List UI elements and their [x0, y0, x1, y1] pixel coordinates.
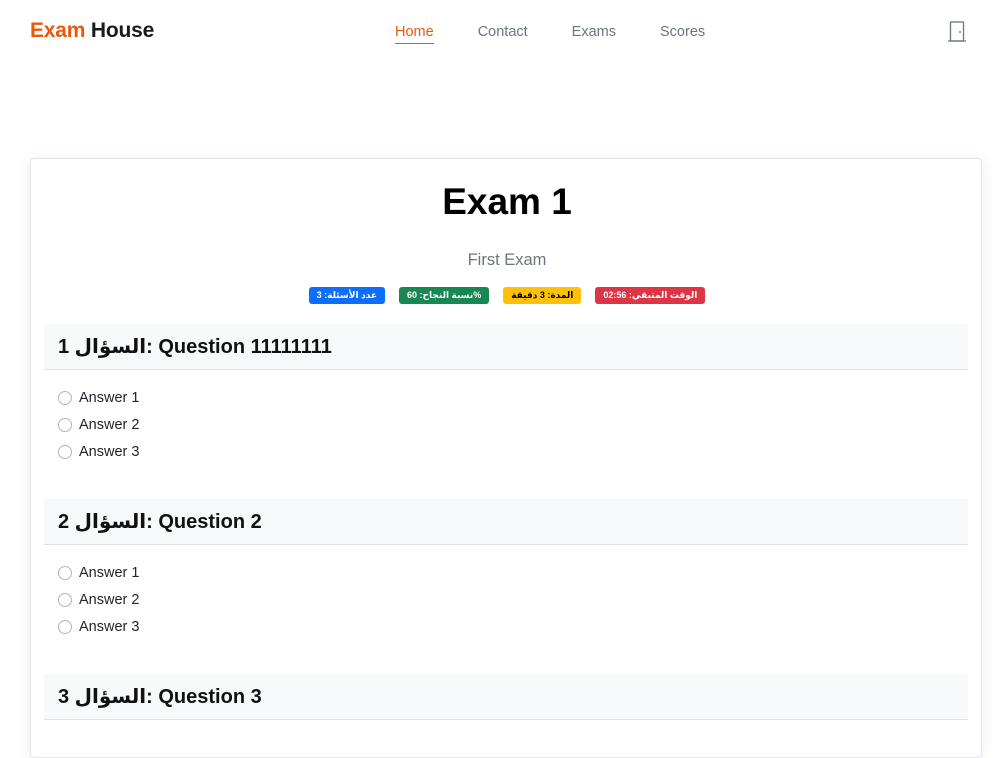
nav-exams[interactable]: Exams [572, 24, 616, 44]
answer-label: Answer 3 [79, 618, 140, 635]
questions-count-badge: عدد الأسئلة: 3 [308, 287, 386, 304]
question-header: السؤال 2: Question 2 [44, 499, 968, 545]
question-header: السؤال 3: Question 3 [44, 674, 968, 720]
radio-button[interactable] [58, 417, 72, 432]
answer-option[interactable]: Answer 3 [58, 613, 954, 640]
answer-label: Answer 2 [79, 591, 140, 608]
nav-contact[interactable]: Contact [478, 24, 528, 44]
nav-scores[interactable]: Scores [660, 24, 705, 44]
exam-card: Exam 1 First Exam عدد الأسئلة: 3 %نسبة ا… [30, 158, 982, 758]
radio-button[interactable] [58, 619, 72, 634]
question-card: السؤال 1: Question 11111111 Answer 1 Ans… [44, 324, 968, 465]
nav-home[interactable]: Home [395, 24, 434, 44]
nav-links: Home Contact Exams Scores [395, 24, 749, 44]
pass-rate-badge: %نسبة النجاح: 60 [399, 287, 490, 304]
brand-part2: House [90, 19, 155, 42]
question-header: السؤال 1: Question 11111111 [44, 324, 968, 370]
answer-option[interactable]: Answer 3 [58, 438, 954, 465]
duration-badge: المدة: 3 دقيقة [503, 287, 582, 304]
answer-list: Answer 1 Answer 2 Answer 3 [44, 545, 968, 640]
exam-title: Exam 1 [442, 181, 572, 222]
time-remaining-badge: الوقت المتبقي: 02:56 [595, 287, 706, 304]
radio-button[interactable] [58, 444, 72, 459]
radio-button[interactable] [58, 390, 72, 405]
brand-part1: Exam [30, 19, 86, 42]
answer-option[interactable]: Answer 2 [58, 411, 954, 438]
answer-label: Answer 1 [79, 564, 140, 581]
question-card: السؤال 2: Question 2 Answer 1 Answer 2 A… [44, 499, 968, 640]
answer-label: Answer 3 [79, 443, 140, 460]
exam-badges: عدد الأسئلة: 3 %نسبة النجاح: 60 المدة: 3… [31, 287, 983, 304]
answer-option[interactable]: Answer 1 [58, 559, 954, 586]
answer-option[interactable]: Answer 1 [58, 384, 954, 411]
navbar: Exam House Home Contact Exams Scores [0, 0, 1005, 64]
question-card: السؤال 3: Question 3 [44, 674, 968, 720]
answer-option[interactable]: Answer 2 [58, 586, 954, 613]
exam-subtitle: First Exam [467, 251, 547, 269]
radio-button[interactable] [58, 592, 72, 607]
brand-logo[interactable]: Exam House [30, 19, 154, 43]
answer-label: Answer 2 [79, 416, 140, 433]
radio-button[interactable] [58, 565, 72, 580]
answer-list: Answer 1 Answer 2 Answer 3 [44, 370, 968, 465]
door-icon[interactable] [948, 21, 966, 42]
answer-label: Answer 1 [79, 389, 140, 406]
